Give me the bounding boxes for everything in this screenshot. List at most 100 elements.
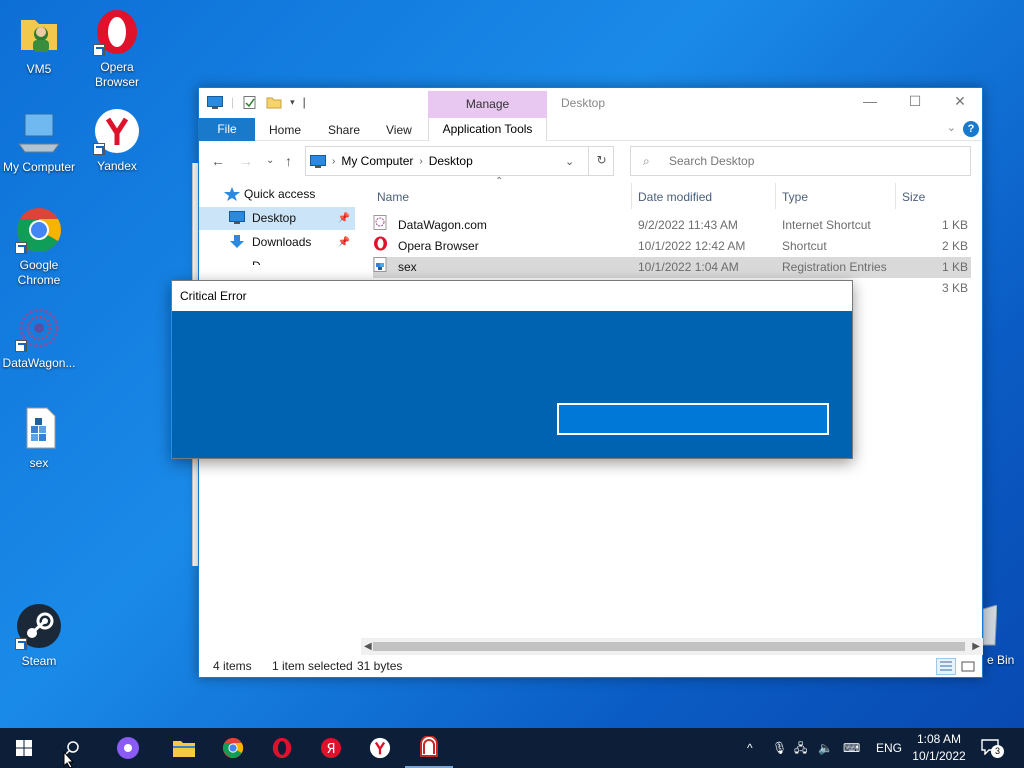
customize-toolbar-icon[interactable]: ▾ [290, 97, 295, 108]
desktop-icon-chrome[interactable]: Google Chrome [0, 206, 78, 288]
new-folder-icon[interactable] [266, 96, 282, 109]
scroll-left-icon[interactable]: ◀ [364, 638, 372, 655]
file-type: Registration Entries [782, 260, 887, 274]
table-row[interactable]: sex 10/1/2022 1:04 AM Registration Entri… [373, 257, 971, 278]
yandex-icon [369, 737, 391, 759]
column-header-date[interactable]: Date modified [638, 190, 712, 204]
column-divider[interactable] [775, 183, 776, 209]
file-size: 2 KB [941, 239, 968, 253]
desktop-icon-label: My Computer [2, 160, 76, 174]
tab-file[interactable]: File [199, 118, 255, 141]
up-arrow-icon[interactable]: ↑ [285, 153, 292, 169]
table-row[interactable]: Opera Browser 10/1/2022 12:42 AM Shortcu… [373, 236, 971, 257]
ribbon-tabs: File Home Share View Application Tools ⌄… [199, 115, 982, 141]
desktop-icon-yandex[interactable]: Yandex [78, 107, 156, 174]
action-center-button[interactable]: 3 [981, 739, 1004, 758]
forward-arrow-icon[interactable]: → [239, 153, 253, 169]
show-hidden-icons-chevron[interactable]: ^ [747, 728, 753, 768]
shortcut-arrow-icon [15, 340, 27, 352]
column-header-type[interactable]: Type [782, 190, 808, 204]
pin-icon[interactable]: 📌 [338, 231, 350, 254]
taskbar-chrome[interactable] [209, 728, 257, 768]
table-row[interactable]: DataWagon.com 9/2/2022 11:43 AM Internet… [373, 215, 971, 236]
close-button[interactable]: ✕ [937, 88, 983, 115]
toolbar-separator: | [231, 95, 235, 109]
properties-icon[interactable] [242, 95, 258, 109]
help-icon[interactable]: ? [963, 121, 979, 137]
manage-tab[interactable]: Manage [428, 91, 547, 118]
column-divider[interactable] [631, 183, 632, 209]
user-folder-icon [15, 10, 63, 58]
desktop-icon-opera[interactable]: Opera Browser [78, 8, 156, 90]
critical-error-dialog[interactable]: Critical Error [171, 280, 853, 459]
minimize-button[interactable]: — [847, 88, 893, 115]
breadcrumb-desktop[interactable]: Desktop [429, 154, 473, 168]
microphone-icon[interactable]: 🎙 [772, 728, 787, 768]
taskbar-alice[interactable] [104, 728, 152, 768]
start-button[interactable] [0, 728, 48, 768]
address-bar[interactable]: › My Computer › Desktop ⌄ [305, 146, 614, 176]
desktop-icon-my-computer[interactable]: My Computer [0, 108, 78, 175]
sidebar-item-quick-access[interactable]: Quick access [199, 183, 355, 206]
taskbar-opera[interactable] [258, 728, 306, 768]
touch-keyboard-icon[interactable]: ⌨ [843, 728, 860, 768]
file-type: Shortcut [782, 239, 827, 253]
horizontal-scrollbar[interactable]: ◀ ▶ [361, 638, 983, 655]
title-bar[interactable]: | ▾ | Manage Desktop — ☐ ✕ [199, 88, 983, 118]
address-dropdown-chevron-icon[interactable]: ⌄ [565, 155, 574, 168]
details-view-button[interactable] [936, 658, 956, 675]
breadcrumb-my-computer[interactable]: My Computer [341, 154, 413, 168]
refresh-button[interactable]: ↻ [588, 146, 614, 176]
sidebar-item-desktop[interactable]: Desktop 📌 [199, 207, 355, 230]
column-header-size[interactable]: Size [902, 190, 925, 204]
taskbar-yandex-browser[interactable]: Я [307, 728, 355, 768]
chrome-icon [15, 206, 63, 254]
large-icons-view-icon [961, 661, 975, 672]
window-title: Desktop [561, 96, 606, 110]
tab-share[interactable]: Share [328, 123, 360, 137]
recent-locations-chevron-icon[interactable]: ⌄ [266, 155, 274, 166]
sidebar-item-downloads[interactable]: Downloads 📌 [199, 231, 355, 254]
taskbar-yandex[interactable] [356, 728, 404, 768]
datawagon-icon [15, 304, 63, 352]
desktop-icon-datawagon[interactable]: DataWagon... [0, 304, 78, 371]
desktop-icon-vm5[interactable]: VM5 [0, 10, 78, 77]
taskbar-active-app[interactable] [405, 728, 453, 768]
volume-icon[interactable]: 🔈 [818, 728, 833, 768]
yandex-icon [93, 107, 141, 155]
internet-shortcut-icon [373, 215, 387, 230]
column-header-name[interactable]: Name [377, 190, 409, 204]
scroll-right-icon[interactable]: ▶ [972, 638, 980, 655]
input-language[interactable]: ENG [876, 728, 902, 768]
desktop-folder-icon[interactable] [207, 95, 223, 109]
clock[interactable]: 1:08 AM 10/1/2022 [909, 731, 969, 765]
desktop-icon-steam[interactable]: Steam [0, 602, 78, 669]
desktop-icon-sex[interactable]: sex [0, 404, 78, 471]
chevron-down-icon[interactable]: ⌄ [947, 121, 956, 134]
desktop-icon-label: Yandex [97, 159, 137, 173]
pin-icon[interactable]: 📌 [338, 207, 350, 230]
yandex-browser-icon: Я [321, 738, 341, 758]
column-divider[interactable] [895, 183, 896, 209]
taskbar-file-explorer[interactable] [160, 728, 208, 768]
back-arrow-icon[interactable]: ← [211, 153, 225, 169]
quick-access-toolbar: | ▾ | [207, 95, 306, 109]
tab-application-tools[interactable]: Application Tools [428, 118, 547, 141]
dialog-button[interactable] [557, 403, 829, 435]
opera-icon [374, 236, 387, 251]
search-input[interactable]: ⌕ Search Desktop [630, 146, 971, 176]
desktop-icon-recycle-bin[interactable]: e Bin [982, 604, 1024, 675]
breadcrumb-separator-icon: › [332, 155, 336, 167]
dialog-title: Critical Error [172, 281, 852, 311]
tab-home[interactable]: Home [269, 123, 301, 137]
refresh-icon: ↻ [596, 153, 607, 167]
tab-view[interactable]: View [386, 123, 412, 137]
large-icons-view-button[interactable] [958, 658, 978, 675]
sidebar-item-partial[interactable]: D [199, 255, 355, 265]
network-icon[interactable]: 🖧 [794, 728, 807, 768]
maximize-button[interactable]: ☐ [892, 88, 938, 115]
scrollbar-thumb[interactable] [373, 642, 965, 651]
computer-icon [15, 108, 63, 156]
status-size: 31 bytes [357, 659, 403, 673]
windows-logo-icon [16, 740, 32, 756]
